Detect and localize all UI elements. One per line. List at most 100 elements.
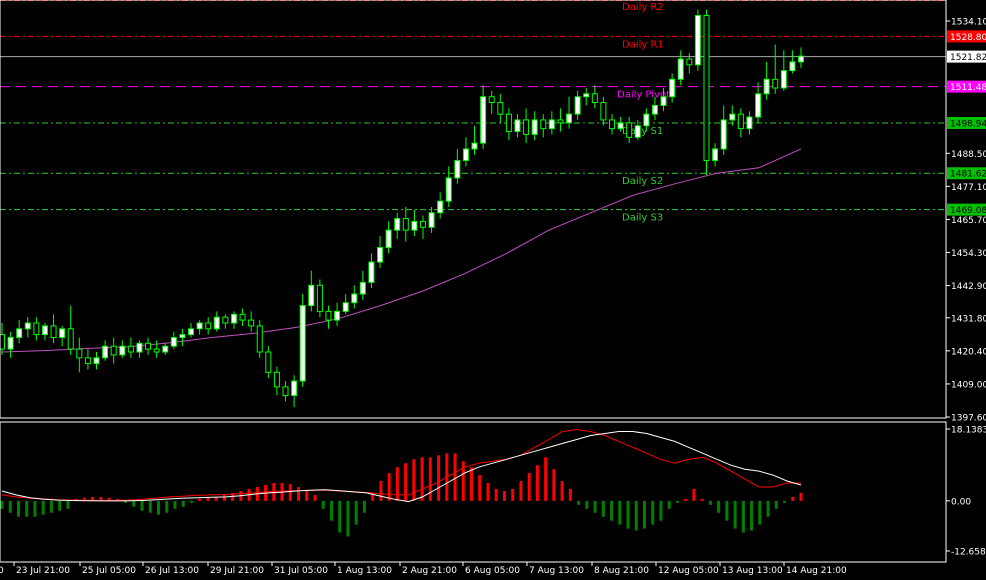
candle-body [93,357,100,365]
candle-body [540,119,547,130]
candle-body [497,102,504,115]
candle [712,143,719,167]
candle-body [136,342,143,353]
candle [188,323,195,338]
candle-body [428,212,435,228]
candle [497,93,504,123]
time-tick-label: 29 Jul 21:00 [210,566,264,576]
candle [41,323,48,341]
candle-body [239,313,246,321]
candle-body [789,61,796,72]
candle [583,88,590,106]
time-tick-label: 23 Jul 21:00 [16,566,70,576]
candle-body [213,316,220,330]
candle [239,308,246,326]
candle [59,325,66,347]
candle [110,337,117,364]
candle-body [282,386,289,397]
candle [273,366,280,396]
candle-body [703,14,710,162]
price-tick-label: 1442.90 [951,282,986,292]
oscillator-axis: 18.1383 0.00 -12.6583 [946,426,986,558]
candle [557,108,564,132]
trading-chart[interactable]: Daily R2Daily R11528.80Daily Pivot1511.4… [0,0,986,580]
candle [789,50,796,74]
time-tick-label: 8 Aug 21:00 [594,566,649,576]
candle-body [737,113,744,130]
candle-body [342,302,349,312]
time-tick-label: 31 Jul 05:00 [274,566,328,576]
candle-body [462,148,469,162]
candle [67,305,74,355]
candle [127,337,134,358]
candle [772,44,779,94]
candle-body [729,113,736,121]
time-tick-label: 1 Aug 13:00 [337,566,392,576]
candle-body [394,218,401,231]
price-tick-label: 1454.30 [951,249,986,259]
candle [746,111,753,135]
candle [170,331,177,350]
candle [488,90,495,115]
price-tick-label: 1534.10 [951,18,986,28]
candle-body [351,293,358,304]
candle-body [583,93,590,98]
candle-body [677,58,684,80]
candle [471,125,478,155]
candle [93,352,100,370]
candle-body [170,337,177,347]
candle [548,111,555,135]
price-tick-label: 1488.50 [951,150,986,160]
candle-body [273,371,280,388]
candle [248,311,255,332]
candle-body [669,78,676,98]
candle-body [119,345,126,356]
candle [385,221,392,254]
candle-body [720,119,727,150]
candle-body [188,328,195,336]
candle [411,209,418,236]
candle [514,114,521,138]
candle [334,302,341,326]
candle [540,114,547,138]
candle-body [76,348,83,359]
candle-body [179,334,186,339]
candle-body [755,93,762,118]
candle [265,346,272,379]
candle-body [651,104,658,115]
time-axis: 23 Jul 21:00 25 Jul 05:00 26 Jul 13:00 29 J… [0,562,847,576]
candle [325,305,332,329]
candle [76,337,83,373]
candle [162,343,169,355]
candles-layer [0,9,804,408]
candle-body [488,96,495,104]
candle-body [16,328,23,339]
price-tick-label: 1420.40 [951,347,986,357]
candle [454,148,461,184]
candle [574,90,581,120]
oscillator-signal-line [1,428,801,501]
candle [33,317,40,341]
current-price-text: 1521.82 [950,53,986,63]
candle-body [102,345,109,359]
candle [737,108,744,138]
pivot-price-text-1: 1528.80 [950,33,986,43]
candle-body [153,348,160,353]
candle-body [798,55,804,63]
candle [50,314,57,344]
price-tick-label: 1409.00 [951,380,986,390]
candle [196,320,203,335]
candle [703,9,710,176]
time-tick-label: 2 Aug 21:00 [402,566,457,576]
candle [222,314,229,329]
candle [720,105,727,155]
candle [591,85,598,109]
candle-body [454,160,461,179]
candle [566,96,573,129]
candle-body [566,113,573,124]
candle [377,235,384,268]
candle-body [33,322,40,336]
candle [282,381,289,402]
candle-body [256,325,263,353]
candle [462,137,469,167]
